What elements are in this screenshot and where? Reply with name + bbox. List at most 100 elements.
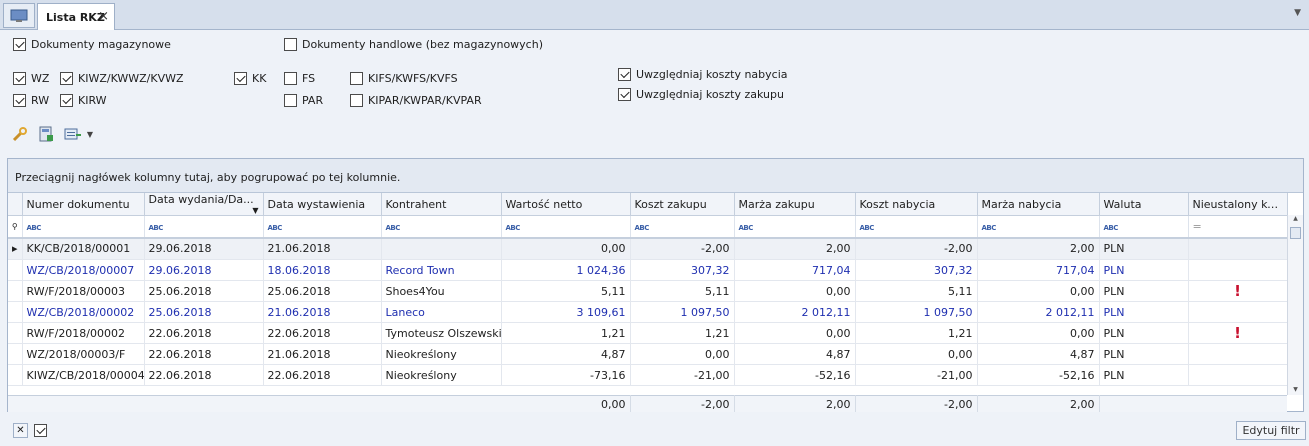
checkbox-box[interactable] (618, 68, 631, 81)
row-indicator[interactable] (8, 259, 23, 281)
koszty-nabycia-checkbox[interactable]: Uwzględniaj koszty nabycia (618, 68, 788, 81)
checkbox-box[interactable] (34, 424, 47, 437)
table-row[interactable]: RW/F/2018/00002 22.06.2018 22.06.2018 Tymot… (8, 322, 1288, 344)
chevron-down-icon[interactable]: ▼ (1294, 8, 1301, 18)
table-cell: -2,00 (630, 238, 735, 260)
table-cell: 4,87 (501, 343, 631, 365)
row-indicator[interactable] (8, 322, 23, 344)
tab-lista-rkz[interactable]: Lista RKZ × (37, 3, 115, 30)
filter-cell[interactable]: ABC (734, 215, 856, 239)
checkbox-box[interactable] (60, 94, 73, 107)
scroll-down-icon[interactable]: ▼ (1288, 386, 1303, 393)
checkbox-label: KIPAR/KWPAR/KVPAR (368, 94, 482, 107)
wrench-icon[interactable] (11, 125, 29, 143)
column-header[interactable]: Kontrahent (381, 193, 502, 216)
checkbox-box[interactable] (60, 72, 73, 85)
table-cell: 307,32 (630, 259, 735, 281)
checkbox-box[interactable] (350, 72, 363, 85)
table-cell: 5,11 (855, 280, 978, 302)
abc-filter-icon: ABC (505, 223, 521, 232)
column-header[interactable]: Waluta (1099, 193, 1189, 216)
column-header[interactable]: Marża nabycia (977, 193, 1100, 216)
edit-filter-button[interactable]: Edytuj filtr (1236, 421, 1306, 440)
checkbox-box[interactable] (13, 38, 26, 51)
scroll-thumb[interactable] (1290, 227, 1301, 239)
rw-checkbox[interactable]: RW (13, 94, 49, 107)
par-checkbox[interactable]: PAR (284, 94, 323, 107)
filter-cell[interactable]: = (1188, 215, 1288, 239)
column-header[interactable]: Wartość netto (501, 193, 631, 216)
abc-filter-icon: ABC (981, 223, 997, 232)
column-header[interactable]: Numer dokumentu (22, 193, 145, 216)
checkbox-box[interactable] (284, 94, 297, 107)
table-cell: 22.06.2018 (263, 364, 382, 386)
filter-cell[interactable]: ABC (977, 215, 1100, 239)
filter-cell[interactable]: ABC (1099, 215, 1189, 239)
table-row[interactable]: RW/F/2018/00003 25.06.2018 25.06.2018 Shoes… (8, 280, 1288, 302)
vertical-scrollbar[interactable]: ▲ ▼ (1287, 215, 1303, 395)
checkbox-box[interactable] (284, 72, 297, 85)
scroll-up-icon[interactable]: ▲ (1288, 215, 1303, 225)
warning-icon (1188, 343, 1288, 365)
checkbox-box[interactable] (13, 72, 26, 85)
column-header[interactable]: Koszt nabycia (855, 193, 978, 216)
filter-cell[interactable]: ABC (263, 215, 382, 239)
row-indicator-icon[interactable]: ▸ (8, 238, 23, 260)
filter-enable-checkbox[interactable] (33, 423, 48, 438)
wz-checkbox[interactable]: WZ (13, 72, 49, 85)
rkz-grid: Przeciągnij nagłówek kolumny tutaj, aby … (7, 158, 1304, 412)
group-panel[interactable]: Przeciągnij nagłówek kolumny tutaj, aby … (8, 159, 1303, 193)
calculator-icon[interactable] (37, 125, 55, 143)
checkbox-box[interactable] (234, 72, 247, 85)
filter-cell[interactable]: ABC (144, 215, 264, 239)
table-row[interactable]: WZ/2018/00003/F 22.06.2018 21.06.2018 Nieok… (8, 343, 1288, 365)
export-dropdown-icon[interactable]: ▼ (85, 125, 95, 143)
checkbox-label: FS (302, 72, 316, 85)
dokumenty-handlowe-checkbox[interactable]: Dokumenty handlowe (bez magazynowych) (284, 38, 543, 51)
total-cell (144, 396, 263, 413)
dokumenty-magazynowe-checkbox[interactable]: Dokumenty magazynowe (13, 38, 171, 51)
filter-cell[interactable]: ABC (630, 215, 735, 239)
row-indicator[interactable] (8, 343, 23, 365)
checkbox-box[interactable] (284, 38, 297, 51)
table-row[interactable]: KIWZ/CB/2018/00004 22.06.2018 22.06.2018 Ni… (8, 364, 1288, 386)
checkbox-label: KK (252, 72, 267, 85)
checkbox-box[interactable] (618, 88, 631, 101)
row-indicator[interactable] (8, 364, 23, 386)
filter-cell[interactable]: ABC (501, 215, 631, 239)
table-cell: 21.06.2018 (263, 343, 382, 365)
table-cell: KIWZ/CB/2018/00004 (22, 364, 145, 386)
checkbox-box[interactable] (13, 94, 26, 107)
column-header[interactable]: Data wystawienia (263, 193, 382, 216)
row-indicator[interactable] (8, 280, 23, 302)
table-row[interactable]: WZ/CB/2018/00002 25.06.2018 21.06.2018 Lane… (8, 301, 1288, 323)
kifs-checkbox[interactable]: KIFS/KWFS/KVFS (350, 72, 458, 85)
export-icon[interactable] (64, 125, 82, 143)
table-cell: 18.06.2018 (263, 259, 382, 281)
koszty-zakupu-checkbox[interactable]: Uwzględniaj koszty zakupu (618, 88, 784, 101)
desktop-button[interactable] (3, 3, 35, 28)
kirw-checkbox[interactable]: KIRW (60, 94, 107, 107)
total-netto: 0,00 (501, 395, 631, 412)
kipar-checkbox[interactable]: KIPAR/KWPAR/KVPAR (350, 94, 482, 107)
column-header[interactable]: Nieustalony ko... (1188, 193, 1288, 216)
fs-checkbox[interactable]: FS (284, 72, 315, 85)
clear-filter-icon[interactable]: ✕ (13, 423, 28, 438)
column-header[interactable]: Marża zakupu (734, 193, 856, 216)
column-header[interactable]: Koszt zakupu (630, 193, 735, 216)
filter-cell[interactable]: ABC (381, 215, 502, 239)
close-icon[interactable]: × (98, 9, 109, 24)
table-row[interactable]: WZ/CB/2018/00007 29.06.2018 18.06.2018 Reco… (8, 259, 1288, 281)
table-cell: -52,16 (977, 364, 1100, 386)
table-cell: 1,21 (630, 322, 735, 344)
row-indicator[interactable] (8, 301, 23, 323)
table-row[interactable]: ▸ KK/CB/2018/00001 29.06.2018 21.06.2018 0,0… (8, 238, 1288, 260)
filter-cell[interactable]: ABC (22, 215, 145, 239)
checkbox-box[interactable] (350, 94, 363, 107)
table-cell: 29.06.2018 (144, 238, 264, 260)
column-header[interactable]: Data wydania/Da... ▼ (144, 193, 264, 216)
filter-cell[interactable]: ABC (855, 215, 978, 239)
kk-checkbox[interactable]: KK (234, 72, 266, 85)
kiwz-checkbox[interactable]: KIWZ/KWWZ/KVWZ (60, 72, 184, 85)
table-cell: 21.06.2018 (263, 301, 382, 323)
